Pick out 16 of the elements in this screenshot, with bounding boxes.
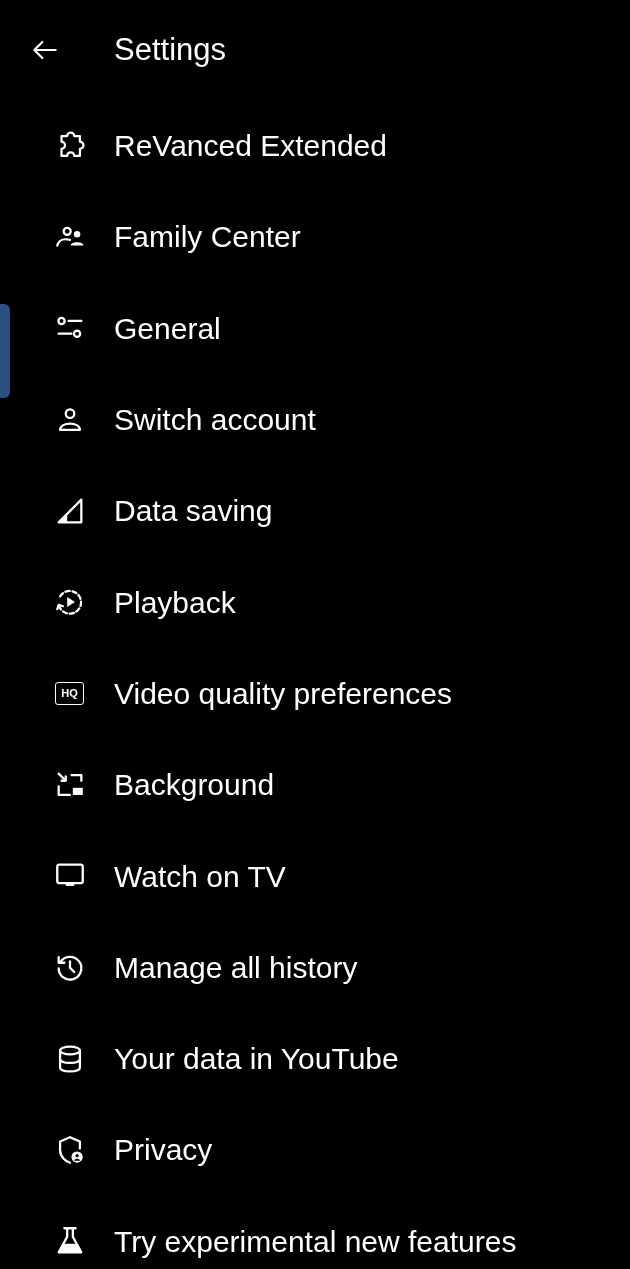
hq-icon: HQ	[55, 681, 84, 705]
settings-item[interactable]: General	[14, 282, 630, 374]
settings-item[interactable]: Your data in YouTube	[14, 1012, 630, 1105]
settings-item[interactable]: Background	[14, 739, 630, 831]
settings-item[interactable]: Watch on TV	[14, 830, 630, 922]
settings-item[interactable]: Data saving	[14, 465, 630, 557]
edge-handle[interactable]	[0, 304, 10, 398]
settings-item[interactable]: Privacy	[14, 1104, 630, 1196]
settings-item[interactable]: HQ Video quality preferences	[14, 647, 630, 740]
settings-item[interactable]: Family Center	[14, 191, 630, 283]
page-title: Settings	[114, 30, 226, 69]
settings-item[interactable]: Manage all history	[14, 921, 630, 1013]
settings-item[interactable]: ReVanced Extended	[14, 100, 630, 192]
settings-item[interactable]: Playback	[14, 556, 630, 648]
settings-item[interactable]: Switch account	[14, 373, 630, 466]
settings-item[interactable]: Try experimental new features	[14, 1195, 630, 1269]
